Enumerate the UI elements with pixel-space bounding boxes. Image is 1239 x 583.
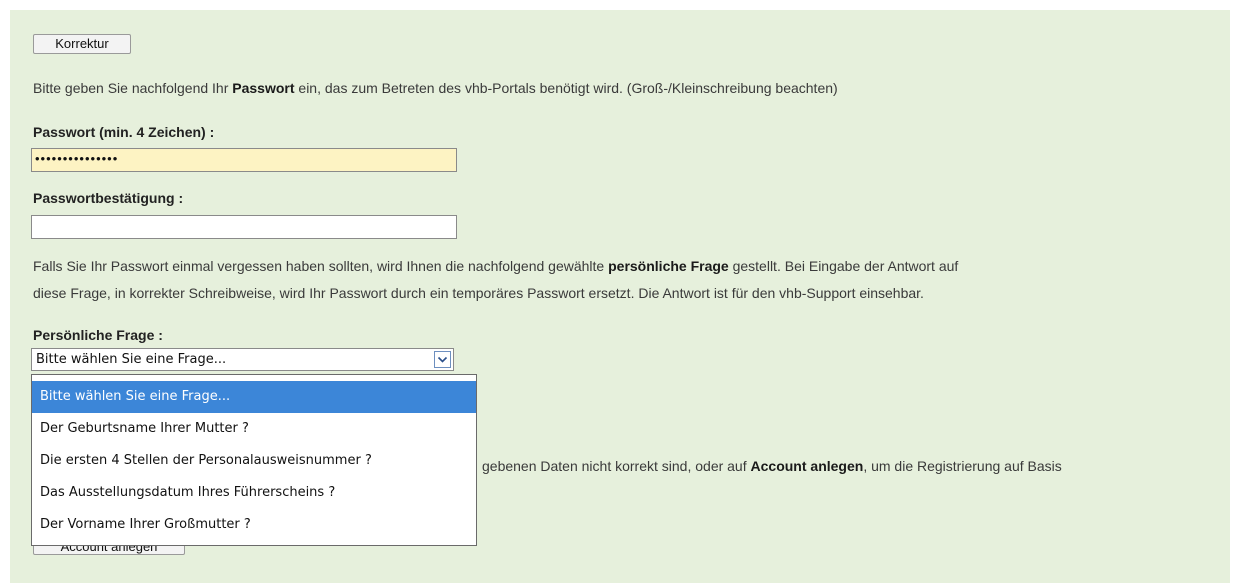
password-confirm-field[interactable] bbox=[31, 215, 457, 239]
dropdown-option[interactable]: Die ersten 4 Stellen der Personalausweis… bbox=[32, 445, 476, 477]
dropdown-option[interactable]: Das Ausstellungsdatum Ihres Führerschein… bbox=[32, 477, 476, 509]
question-select[interactable]: Bitte wählen Sie eine Frage... bbox=[31, 348, 454, 371]
question-selected-value: Bitte wählen Sie eine Frage... bbox=[36, 352, 227, 367]
hint-text-line2: diese Frage, in korrekter Schreibweise, … bbox=[33, 285, 924, 301]
question-dropdown-list: Bitte wählen Sie eine Frage... Der Gebur… bbox=[31, 374, 477, 546]
password-field[interactable]: ••••••••••••••• bbox=[31, 148, 457, 172]
chevron-down-icon[interactable] bbox=[434, 351, 451, 368]
password-confirm-label: Passwortbestätigung : bbox=[33, 190, 184, 206]
question-label: Persönliche Frage : bbox=[33, 327, 163, 343]
dropdown-option[interactable]: Der Geburtsname Ihrer Mutter ? bbox=[32, 413, 476, 445]
bottom-instruction-text: gebenen Daten nicht korrekt sind, oder a… bbox=[482, 458, 1062, 474]
korrektur-button[interactable]: Korrektur bbox=[33, 34, 131, 54]
intro-text: Bitte geben Sie nachfolgend Ihr Passwort… bbox=[33, 80, 838, 96]
dropdown-option[interactable]: Der Vorname Ihrer Großmutter ? bbox=[32, 509, 476, 541]
password-label: Passwort (min. 4 Zeichen) : bbox=[33, 124, 215, 140]
dropdown-option[interactable]: Bitte wählen Sie eine Frage... bbox=[32, 381, 476, 413]
hint-text-line1: Falls Sie Ihr Passwort einmal vergessen … bbox=[33, 258, 959, 274]
